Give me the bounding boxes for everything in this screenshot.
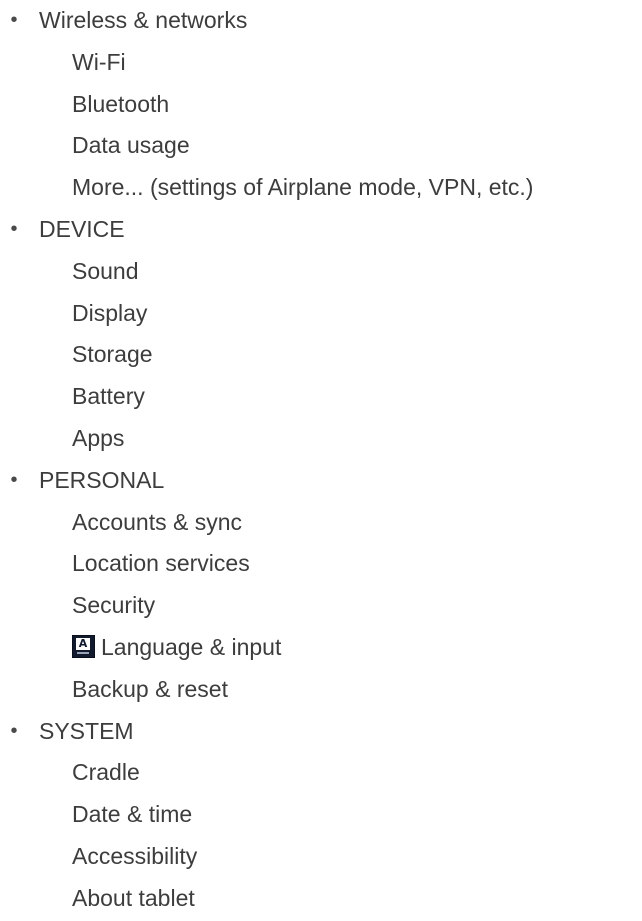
section-header: • PERSONAL — [0, 460, 642, 502]
settings-item-location-services: Location services — [72, 550, 250, 577]
settings-item-data-usage: Data usage — [72, 132, 190, 159]
section-header: • SYSTEM — [0, 711, 642, 753]
settings-item-language-input: A Language & input — [0, 627, 642, 669]
settings-item-accounts-sync: Accounts & sync — [72, 508, 243, 535]
settings-item-label: Language & input — [101, 633, 282, 660]
settings-item-about-tablet: About tablet — [72, 884, 195, 911]
settings-item-cradle: Cradle — [72, 759, 140, 786]
section-personal: • PERSONAL Accounts & sync Location serv… — [0, 460, 642, 711]
section-wireless-networks: • Wireless & networks Wi-Fi Bluetooth Da… — [0, 0, 642, 209]
section-item-list: Sound Display Storage Battery Apps — [0, 251, 642, 460]
bullet-icon: • — [10, 217, 18, 240]
section-item-list: Wi-Fi Bluetooth Data usage More... (sett… — [0, 42, 642, 209]
settings-item-more: More... (settings of Airplane mode, VPN,… — [72, 174, 534, 201]
language-glyph: A — [76, 637, 90, 650]
section-system: • SYSTEM Cradle Date & time Accessibilit… — [0, 711, 642, 920]
keyboard-strip — [77, 651, 89, 654]
section-header: • DEVICE — [0, 209, 642, 251]
section-label: Wireless & networks — [39, 7, 248, 33]
settings-item-apps: Apps — [72, 424, 125, 451]
settings-item-wifi: Wi-Fi — [72, 48, 126, 75]
bullet-icon: • — [10, 719, 18, 742]
section-label: SYSTEM — [39, 717, 134, 744]
section-header: • Wireless & networks — [0, 0, 642, 42]
settings-item-accessibility: Accessibility — [72, 842, 198, 869]
settings-item-date-time: Date & time — [72, 801, 193, 828]
settings-item-sound: Sound — [72, 257, 139, 284]
settings-item-backup-reset: Backup & reset — [72, 675, 228, 702]
settings-item-display: Display — [72, 299, 148, 326]
bullet-icon: • — [10, 9, 18, 31]
settings-item-security: Security — [72, 592, 156, 619]
section-label: PERSONAL — [39, 466, 165, 493]
bullet-icon: • — [10, 468, 18, 491]
section-device: • DEVICE Sound Display Storage Battery A… — [0, 209, 642, 460]
settings-item-battery: Battery — [72, 383, 145, 410]
settings-menu: • Wireless & networks Wi-Fi Bluetooth Da… — [0, 0, 642, 920]
section-label: DEVICE — [39, 215, 125, 242]
settings-item-storage: Storage — [72, 341, 153, 368]
language-keyboard-icon: A — [72, 634, 95, 658]
section-item-list: Cradle Date & time Accessibility About t… — [0, 752, 642, 919]
settings-item-bluetooth: Bluetooth — [72, 90, 170, 117]
section-item-list: Accounts & sync Location services Securi… — [0, 502, 642, 711]
